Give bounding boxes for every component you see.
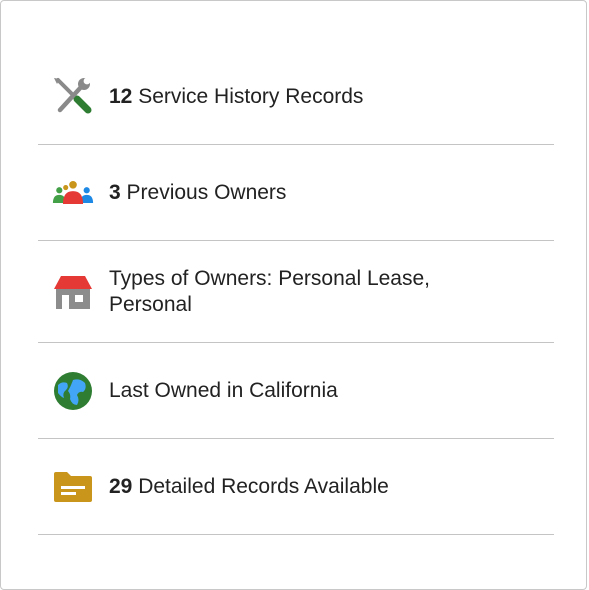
- previous-owners-count: 3: [109, 180, 121, 204]
- tools-icon: [52, 76, 94, 118]
- history-summary-list: 12 Service History Records 3 Previous Ow…: [38, 49, 554, 535]
- previous-owners-label: 3 Previous Owners: [109, 180, 286, 206]
- globe-icon: [52, 370, 94, 412]
- list-item-previous-owners: 3 Previous Owners: [38, 145, 554, 241]
- list-item-detailed-records: 29 Detailed Records Available: [38, 439, 554, 535]
- service-history-label: 12 Service History Records: [109, 84, 363, 110]
- detailed-records-count: 29: [109, 474, 133, 498]
- house-icon: [52, 271, 94, 313]
- last-owned-label: Last Owned in California: [109, 378, 338, 402]
- folder-icon: [52, 466, 94, 508]
- list-item-service-history: 12 Service History Records: [38, 49, 554, 145]
- owner-types-label: Types of Owners: Personal Lease, Persona…: [109, 266, 430, 316]
- vehicle-history-card: 12 Service History Records 3 Previous Ow…: [0, 0, 587, 590]
- service-history-count: 12: [109, 84, 133, 108]
- previous-owners-text: Previous Owners: [126, 180, 287, 204]
- list-item-owner-types: Types of Owners: Personal Lease, Persona…: [38, 241, 554, 343]
- owners-icon: [52, 172, 94, 214]
- service-history-text: Service History Records: [138, 84, 364, 108]
- detailed-records-label: 29 Detailed Records Available: [109, 474, 389, 500]
- list-item-last-owned-location: Last Owned in California: [38, 343, 554, 439]
- detailed-records-text: Detailed Records Available: [138, 474, 389, 498]
